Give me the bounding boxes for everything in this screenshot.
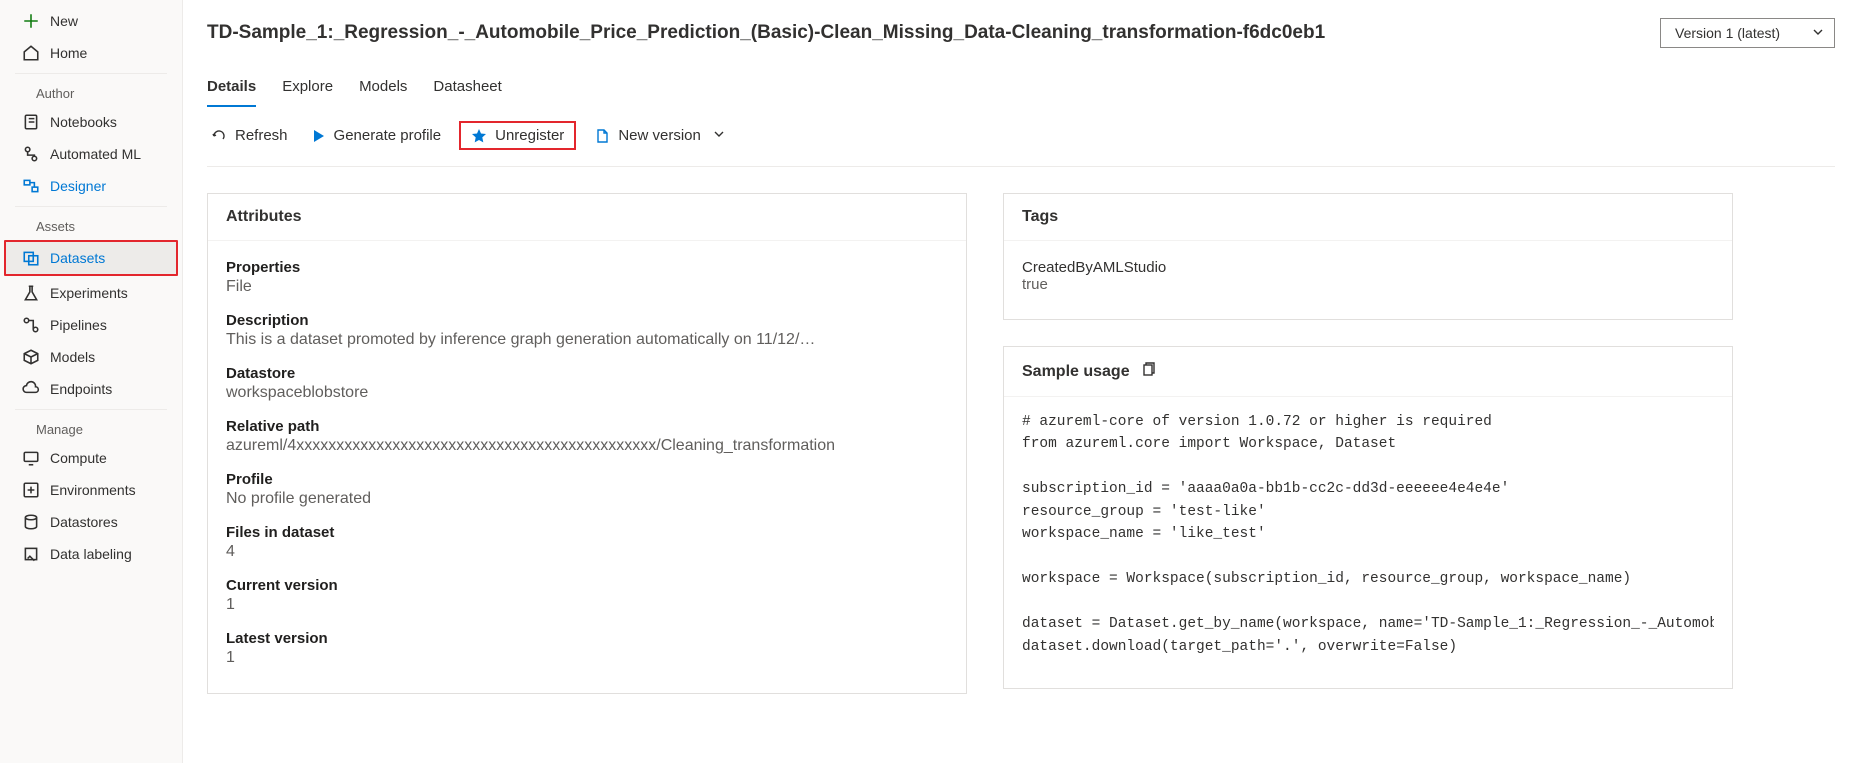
- sidebar-item-datalabeling[interactable]: Data labeling: [0, 538, 182, 570]
- prop-profile: Profile No profile generated: [226, 463, 948, 516]
- version-label: Version 1 (latest): [1675, 25, 1780, 41]
- compute-icon: [22, 449, 40, 467]
- datasets-icon: [22, 249, 40, 267]
- refresh-icon: [211, 128, 227, 144]
- unregister-button[interactable]: Unregister: [459, 121, 576, 150]
- notebook-icon: [22, 113, 40, 131]
- sidebar-item-automl[interactable]: Automated ML: [0, 138, 182, 170]
- section-manage: Manage: [0, 414, 182, 442]
- sidebar-item-notebooks[interactable]: Notebooks: [0, 106, 182, 138]
- star-icon: [471, 128, 487, 144]
- prop-current-version: Current version 1: [226, 569, 948, 622]
- sidebar-item-new[interactable]: New: [0, 5, 182, 37]
- header-row: TD-Sample_1:_Regression_-_Automobile_Pri…: [207, 10, 1835, 54]
- play-icon: [310, 128, 326, 144]
- sample-usage-card: Sample usage # azureml-core of version 1…: [1003, 346, 1733, 689]
- sidebar-item-experiments[interactable]: Experiments: [0, 277, 182, 309]
- sidebar-item-designer[interactable]: Designer: [0, 170, 182, 202]
- divider: [15, 73, 167, 74]
- page-title: TD-Sample_1:_Regression_-_Automobile_Pri…: [207, 22, 1345, 44]
- home-icon: [22, 44, 40, 62]
- sample-title: Sample usage: [1004, 347, 1732, 397]
- tags-card: Tags CreatedByAMLStudio true: [1003, 193, 1733, 320]
- prop-latest-version: Latest version 1: [226, 622, 948, 675]
- content-grid: Attributes Properties File Description T…: [207, 167, 1835, 694]
- sidebar-item-pipelines[interactable]: Pipelines: [0, 309, 182, 341]
- sidebar-item-datasets[interactable]: Datasets: [6, 242, 176, 274]
- sidebar-item-models[interactable]: Models: [0, 341, 182, 373]
- sample-code[interactable]: # azureml-core of version 1.0.72 or high…: [1022, 407, 1714, 670]
- tab-explore[interactable]: Explore: [282, 72, 333, 107]
- chevron-down-icon: [1812, 25, 1824, 41]
- sidebar: New Home Author Notebooks Automated ML D…: [0, 0, 183, 763]
- new-version-button[interactable]: New version: [590, 125, 729, 146]
- prop-datastore: Datastore workspaceblobstore: [226, 357, 948, 410]
- sidebar-item-endpoints[interactable]: Endpoints: [0, 373, 182, 405]
- prop-description: Description This is a dataset promoted b…: [226, 304, 948, 357]
- toolbar: Refresh Generate profile Unregister New …: [207, 107, 1835, 167]
- main-content: TD-Sample_1:_Regression_-_Automobile_Pri…: [183, 0, 1859, 763]
- section-assets: Assets: [0, 211, 182, 239]
- cube-icon: [22, 348, 40, 366]
- prop-properties: Properties File: [226, 251, 948, 304]
- refresh-button[interactable]: Refresh: [207, 125, 292, 146]
- label-icon: [22, 545, 40, 563]
- tab-models[interactable]: Models: [359, 72, 407, 107]
- tab-details[interactable]: Details: [207, 72, 256, 107]
- flask-icon: [22, 284, 40, 302]
- datastore-icon: [22, 513, 40, 531]
- prop-files: Files in dataset 4: [226, 516, 948, 569]
- attributes-card: Attributes Properties File Description T…: [207, 193, 967, 694]
- divider: [15, 206, 167, 207]
- divider: [15, 409, 167, 410]
- section-author: Author: [0, 78, 182, 106]
- generate-profile-button[interactable]: Generate profile: [306, 125, 446, 146]
- copy-icon[interactable]: [1140, 361, 1156, 382]
- new-version-icon: [594, 128, 610, 144]
- tags-title: Tags: [1004, 194, 1732, 241]
- tabs: Details Explore Models Datasheet: [207, 54, 1835, 107]
- tab-datasheet[interactable]: Datasheet: [433, 72, 501, 107]
- designer-icon: [22, 177, 40, 195]
- automl-icon: [22, 145, 40, 163]
- sidebar-item-environments[interactable]: Environments: [0, 474, 182, 506]
- sidebar-item-home[interactable]: Home: [0, 37, 182, 69]
- highlight-datasets: Datasets: [4, 240, 178, 276]
- prop-relpath: Relative path azureml/4xxxxxxxxxxxxxxxxx…: [226, 410, 948, 463]
- cloud-icon: [22, 380, 40, 398]
- plus-icon: [22, 12, 40, 30]
- attributes-title: Attributes: [208, 194, 966, 241]
- sidebar-item-datastores[interactable]: Datastores: [0, 506, 182, 538]
- chevron-down-icon: [713, 127, 725, 144]
- version-dropdown[interactable]: Version 1 (latest): [1660, 18, 1835, 48]
- environments-icon: [22, 481, 40, 499]
- sidebar-item-compute[interactable]: Compute: [0, 442, 182, 474]
- tag-entry: CreatedByAMLStudio true: [1022, 251, 1714, 301]
- pipeline-icon: [22, 316, 40, 334]
